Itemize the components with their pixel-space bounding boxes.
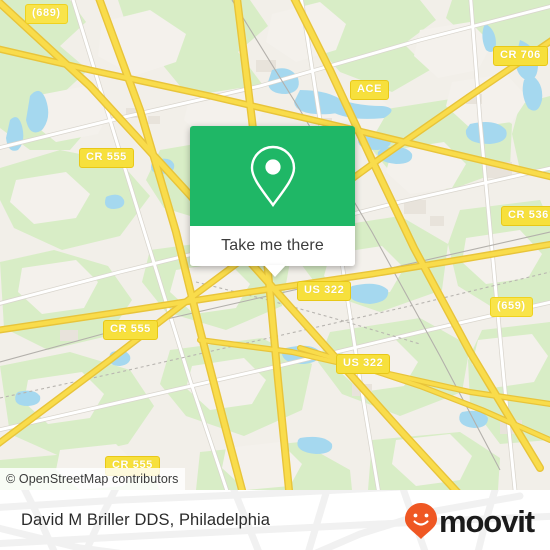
map-callout-popup[interactable]: Take me there <box>190 126 355 277</box>
moovit-smiley-pin-icon <box>404 503 437 539</box>
road-shield-ace: ACE <box>350 80 390 100</box>
moovit-wordmark: moovit <box>438 503 535 539</box>
road-shield-659: (659) <box>490 297 533 317</box>
location-pin-icon <box>250 145 295 208</box>
road-shield-cr555-north: CR 555 <box>79 148 134 168</box>
map-attribution[interactable]: © OpenStreetMap contributors <box>0 468 185 490</box>
callout-image-panel <box>190 126 355 226</box>
road-shield-cr536: CR 536 <box>501 206 550 226</box>
road-shield-cr555-mid: CR 555 <box>103 320 158 340</box>
moovit-map-screenshot: (689) CR 706 ACE CR 555 CR 536 US 322 (6… <box>0 0 550 550</box>
road-shield-us322-north: US 322 <box>297 281 352 301</box>
take-me-there-button[interactable]: Take me there <box>190 226 355 266</box>
road-shield-689: (689) <box>25 4 68 24</box>
moovit-logo[interactable]: moovit <box>404 502 535 540</box>
map-canvas[interactable]: (689) CR 706 ACE CR 555 CR 536 US 322 (6… <box>0 0 550 490</box>
road-shield-us322-south: US 322 <box>336 354 391 374</box>
footer-bar: David M Briller DDS, Philadelphia moovit <box>0 490 550 550</box>
road-shield-cr706: CR 706 <box>493 46 548 66</box>
place-title: David M Briller DDS, Philadelphia <box>21 510 271 529</box>
callout-pointer <box>264 265 286 277</box>
